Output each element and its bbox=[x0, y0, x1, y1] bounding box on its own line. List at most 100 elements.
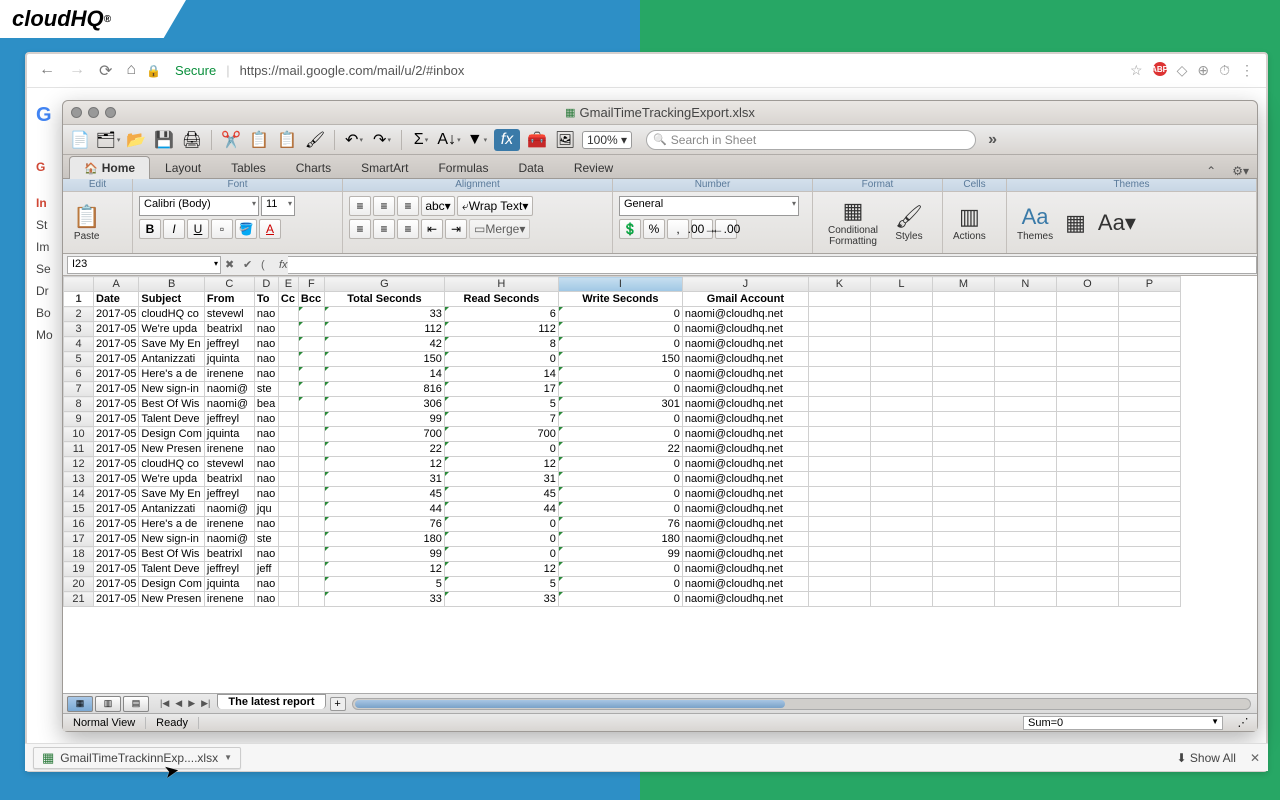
cell[interactable]: stevewl bbox=[204, 457, 254, 472]
cell[interactable] bbox=[1118, 442, 1180, 457]
cell[interactable] bbox=[932, 502, 994, 517]
cell[interactable] bbox=[870, 367, 932, 382]
percent-icon[interactable]: % bbox=[643, 219, 665, 239]
cell[interactable]: 0 bbox=[444, 352, 558, 367]
row-header[interactable]: 7 bbox=[64, 382, 94, 397]
cell[interactable] bbox=[278, 427, 298, 442]
row-header[interactable]: 12 bbox=[64, 457, 94, 472]
cell[interactable] bbox=[870, 337, 932, 352]
header-cell[interactable]: From bbox=[204, 292, 254, 307]
header-cell[interactable]: Total Seconds bbox=[324, 292, 444, 307]
cell[interactable]: 0 bbox=[444, 547, 558, 562]
sheet-nav[interactable]: |◀◀▶▶| bbox=[153, 698, 217, 709]
cell[interactable]: 33 bbox=[444, 592, 558, 607]
cell[interactable] bbox=[298, 427, 324, 442]
cell[interactable]: 0 bbox=[558, 562, 682, 577]
cell[interactable] bbox=[1056, 457, 1118, 472]
timer-icon[interactable]: ⏱ bbox=[1219, 62, 1230, 79]
search-input[interactable]: Search in Sheet bbox=[646, 130, 976, 150]
cell[interactable] bbox=[994, 442, 1056, 457]
cell[interactable] bbox=[870, 517, 932, 532]
cell[interactable]: 0 bbox=[558, 472, 682, 487]
cell[interactable]: naomi@cloudhq.net bbox=[682, 427, 808, 442]
cell[interactable] bbox=[1118, 532, 1180, 547]
view-break-icon[interactable]: ▤ bbox=[123, 696, 149, 712]
cell[interactable]: 99 bbox=[324, 547, 444, 562]
cell[interactable] bbox=[278, 352, 298, 367]
cell[interactable] bbox=[1056, 532, 1118, 547]
paste-icon[interactable]: 📋 bbox=[276, 129, 298, 151]
cell[interactable] bbox=[298, 472, 324, 487]
cell[interactable] bbox=[278, 382, 298, 397]
fx-label[interactable]: fx bbox=[279, 259, 288, 271]
font-size-select[interactable]: 11 bbox=[261, 196, 295, 216]
cell[interactable] bbox=[808, 547, 870, 562]
cell[interactable] bbox=[994, 412, 1056, 427]
cell[interactable] bbox=[1056, 487, 1118, 502]
cell[interactable] bbox=[870, 502, 932, 517]
cell[interactable]: nao bbox=[254, 352, 278, 367]
ribbon-settings-icon[interactable]: ⚙▾ bbox=[1224, 164, 1257, 178]
cell[interactable] bbox=[932, 457, 994, 472]
indent-dec-icon[interactable]: ⇤ bbox=[421, 219, 443, 239]
cell[interactable] bbox=[932, 532, 994, 547]
cell[interactable]: 112 bbox=[444, 322, 558, 337]
header-cell[interactable]: Bcc bbox=[298, 292, 324, 307]
cell[interactable]: 2017-05 bbox=[94, 577, 139, 592]
cell[interactable]: 0 bbox=[558, 457, 682, 472]
cell[interactable] bbox=[1118, 457, 1180, 472]
cell[interactable] bbox=[870, 307, 932, 322]
download-chip[interactable]: ▦ GmailTimeTrackinnExp....xlsx ▼ bbox=[33, 747, 241, 769]
cell[interactable]: Design Com bbox=[139, 427, 205, 442]
cell[interactable] bbox=[1118, 307, 1180, 322]
header-cell[interactable]: Write Seconds bbox=[558, 292, 682, 307]
cell[interactable]: 0 bbox=[558, 487, 682, 502]
cell[interactable] bbox=[870, 427, 932, 442]
cell[interactable]: naomi@cloudhq.net bbox=[682, 547, 808, 562]
cell[interactable] bbox=[1056, 562, 1118, 577]
cell[interactable]: naomi@cloudhq.net bbox=[682, 562, 808, 577]
row-header[interactable]: 20 bbox=[64, 577, 94, 592]
cell[interactable]: 7 bbox=[444, 412, 558, 427]
star-icon[interactable]: ☆ bbox=[1130, 62, 1143, 79]
align-top-icon[interactable]: ≡ bbox=[349, 196, 371, 216]
cell[interactable]: New Presen bbox=[139, 592, 205, 607]
cell[interactable]: cloudHQ co bbox=[139, 307, 205, 322]
cell[interactable] bbox=[1118, 322, 1180, 337]
header-cell[interactable] bbox=[932, 292, 994, 307]
theme-colors-icon[interactable]: ▦ bbox=[1061, 208, 1090, 238]
cell[interactable] bbox=[1056, 592, 1118, 607]
cell[interactable]: 816 bbox=[324, 382, 444, 397]
add-sheet-button[interactable]: + bbox=[330, 697, 346, 711]
sort-icon[interactable]: A↓ bbox=[438, 129, 460, 151]
cell[interactable] bbox=[278, 532, 298, 547]
cell[interactable] bbox=[298, 487, 324, 502]
cell[interactable] bbox=[298, 502, 324, 517]
cell[interactable] bbox=[1118, 427, 1180, 442]
cell[interactable]: Here's a de bbox=[139, 517, 205, 532]
cell[interactable] bbox=[994, 367, 1056, 382]
cell[interactable]: nao bbox=[254, 442, 278, 457]
cell[interactable] bbox=[994, 562, 1056, 577]
cell[interactable] bbox=[1118, 382, 1180, 397]
cell[interactable]: 42 bbox=[324, 337, 444, 352]
cell[interactable]: 5 bbox=[324, 577, 444, 592]
tab-layout[interactable]: Layout bbox=[150, 156, 216, 179]
cell[interactable]: irenene bbox=[204, 367, 254, 382]
cell[interactable] bbox=[298, 592, 324, 607]
fill-color-button[interactable]: 🪣 bbox=[235, 219, 257, 239]
border-button[interactable]: ▫ bbox=[211, 219, 233, 239]
cell[interactable]: 33 bbox=[324, 592, 444, 607]
header-cell[interactable] bbox=[1056, 292, 1118, 307]
cell[interactable]: nao bbox=[254, 547, 278, 562]
tab-home[interactable]: Home bbox=[69, 156, 150, 179]
cell[interactable]: 0 bbox=[558, 592, 682, 607]
font-name-select[interactable]: Calibri (Body) bbox=[139, 196, 259, 216]
cell[interactable]: jquinta bbox=[204, 577, 254, 592]
media-icon[interactable]: 🖼 bbox=[554, 129, 576, 151]
show-all-button[interactable]: ⬇ Show All bbox=[1177, 751, 1236, 765]
ext2-icon[interactable]: ⊕ bbox=[1197, 62, 1209, 79]
header-cell[interactable] bbox=[994, 292, 1056, 307]
cell[interactable]: 8 bbox=[444, 337, 558, 352]
cell[interactable]: 12 bbox=[444, 562, 558, 577]
